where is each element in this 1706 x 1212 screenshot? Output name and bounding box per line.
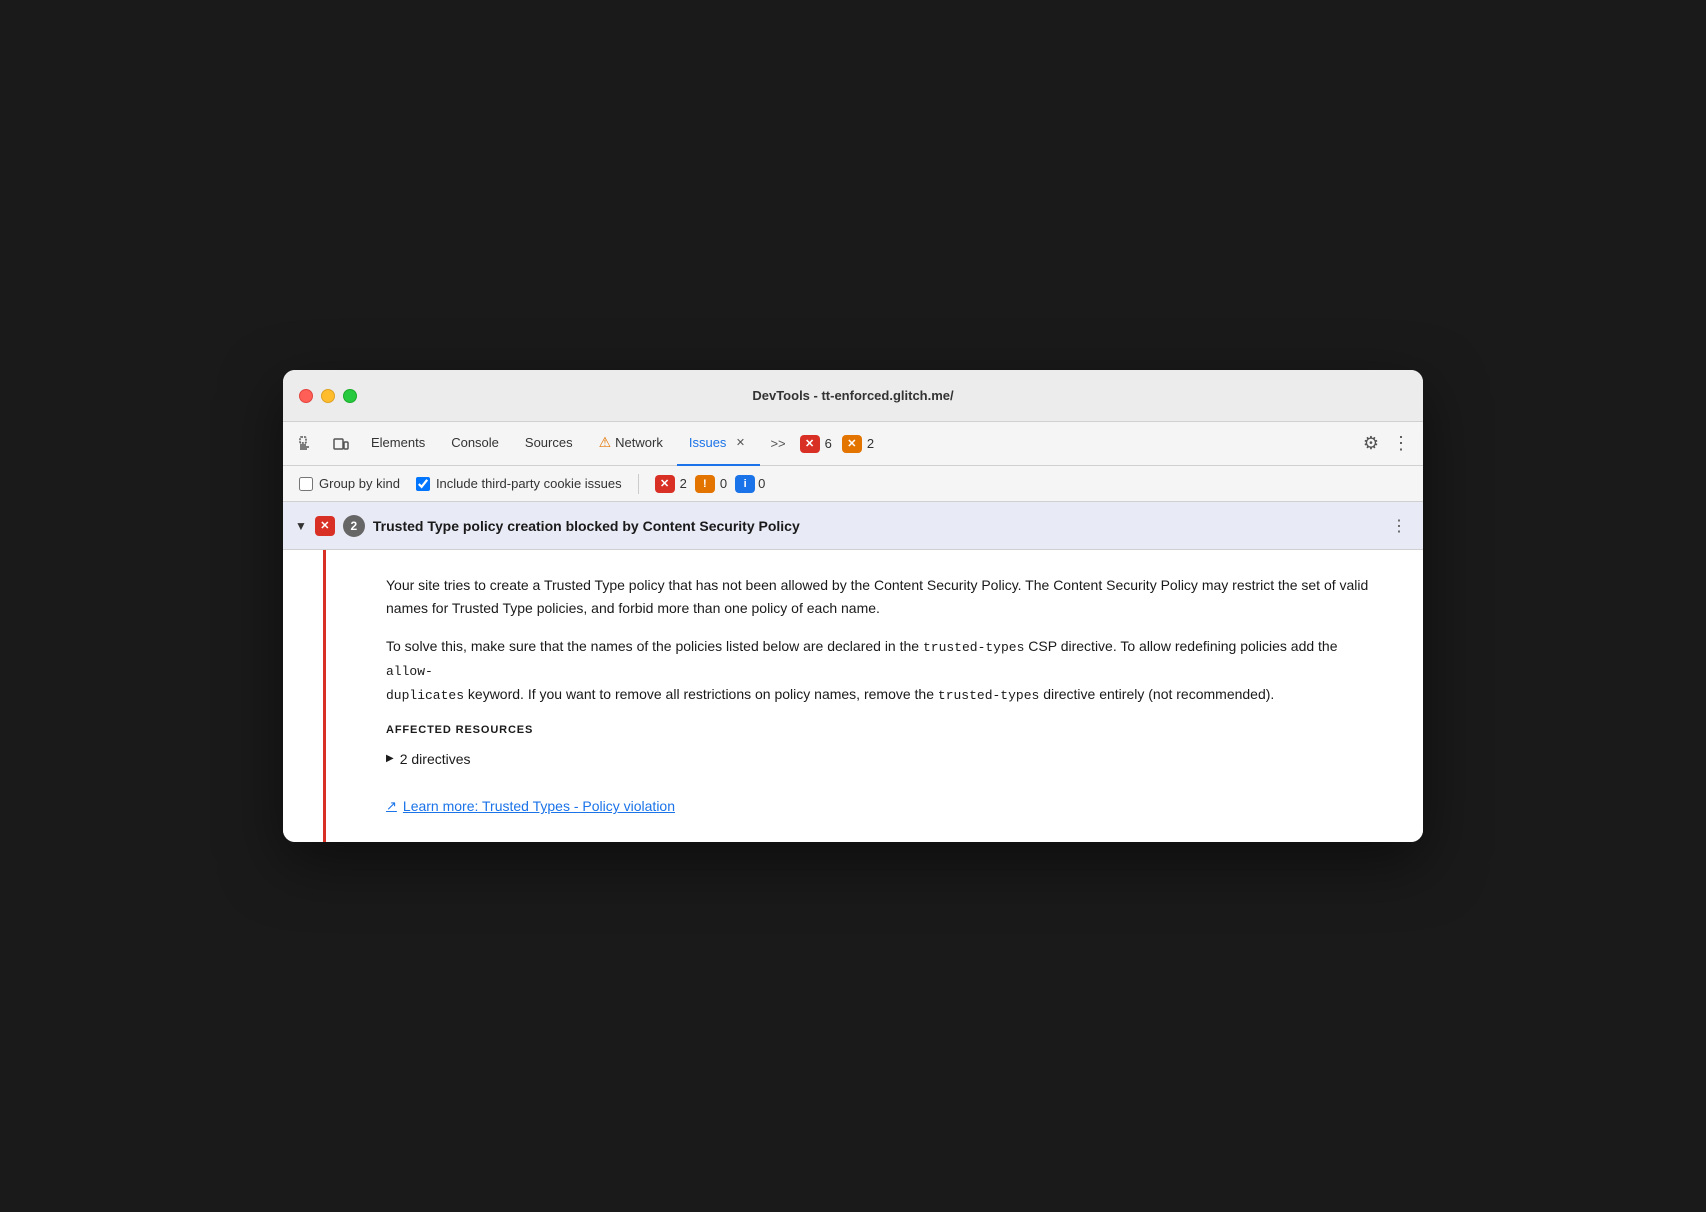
tab-issues[interactable]: Issues ✕	[677, 422, 761, 466]
external-link-icon: ↗	[386, 796, 397, 817]
sub-error-count: 2	[680, 476, 687, 491]
third-party-cookie-input[interactable]	[416, 477, 430, 491]
directives-arrow-icon: ▶	[386, 751, 394, 767]
affected-resources-label: AFFECTED RESOURCES	[386, 722, 1383, 740]
sub-info-count: 0	[758, 476, 765, 491]
main-toolbar: Elements Console Sources ⚠ Network Issue…	[283, 422, 1423, 466]
issue-description-p1-text: Your site tries to create a Trusted Type…	[386, 577, 1368, 615]
directives-item[interactable]: ▶ 2 directives	[386, 748, 1383, 770]
group-by-kind-input[interactable]	[299, 477, 313, 491]
sub-info-icon: i	[735, 475, 755, 493]
maximize-button[interactable]	[343, 389, 357, 403]
device-toggle-icon[interactable]	[325, 428, 357, 460]
tab-network[interactable]: ⚠ Network	[587, 422, 675, 466]
minimize-button[interactable]	[321, 389, 335, 403]
issue-menu-button[interactable]: ⋮	[1387, 514, 1411, 538]
sub-separator	[638, 474, 639, 494]
group-by-kind-label: Group by kind	[319, 476, 400, 491]
more-tabs-button[interactable]: >>	[762, 422, 793, 466]
error-icon-badge: ✕	[800, 435, 820, 453]
tab-console[interactable]: Console	[439, 422, 511, 466]
issue-title: Trusted Type policy creation blocked by …	[373, 518, 1379, 534]
devtools-window: DevTools - tt-enforced.glitch.me/ Elemen…	[283, 370, 1423, 842]
inspector-icon[interactable]	[291, 428, 323, 460]
sub-error-icon: ✕	[655, 475, 675, 493]
learn-more-link[interactable]: ↗ Learn more: Trusted Types - Policy vio…	[386, 795, 675, 817]
settings-button[interactable]: ⚙	[1357, 430, 1385, 458]
warning-count: 2	[867, 436, 874, 451]
tab-elements[interactable]: Elements	[359, 422, 437, 466]
third-party-cookie-checkbox[interactable]: Include third-party cookie issues	[416, 476, 622, 491]
sub-error-badge: ✕ 2	[655, 475, 687, 493]
tab-issues-close[interactable]: ✕	[732, 435, 748, 451]
title-bar: DevTools - tt-enforced.glitch.me/	[283, 370, 1423, 422]
sub-badge-group: ✕ 2 ! 0 i 0	[655, 475, 766, 493]
affected-resources-section: AFFECTED RESOURCES ▶ 2 directives	[386, 722, 1383, 770]
tab-sources-label: Sources	[525, 435, 573, 450]
more-tabs-label: >>	[770, 436, 785, 451]
issue-description-p1: Your site tries to create a Trusted Type…	[386, 574, 1383, 619]
warning-badge-group: ✕ 2	[842, 435, 874, 453]
tab-issues-label: Issues	[689, 435, 727, 450]
tab-network-label: Network	[615, 435, 663, 450]
third-party-cookie-label: Include third-party cookie issues	[436, 476, 622, 491]
learn-more-text: Learn more: Trusted Types - Policy viola…	[403, 795, 675, 817]
tab-sources[interactable]: Sources	[513, 422, 585, 466]
window-controls	[299, 389, 357, 403]
issue-header[interactable]: ▼ ✕ 2 Trusted Type policy creation block…	[283, 502, 1423, 550]
tab-elements-label: Elements	[371, 435, 425, 450]
window-title: DevTools - tt-enforced.glitch.me/	[752, 388, 953, 403]
sub-warning-icon: !	[695, 475, 715, 493]
sub-warning-count: 0	[720, 476, 727, 491]
more-menu-button[interactable]: ⋮	[1387, 430, 1415, 458]
sub-info-badge: i 0	[735, 475, 765, 493]
issue-error-badge: ✕	[315, 516, 335, 536]
directives-label: 2 directives	[400, 748, 471, 770]
issue-description-p2: To solve this, make sure that the names …	[386, 635, 1383, 706]
network-warning-icon: ⚠	[599, 434, 612, 451]
learn-more-section: ↗ Learn more: Trusted Types - Policy vio…	[386, 794, 1383, 818]
error-badge-group: ✕ 6	[800, 435, 832, 453]
sub-toolbar: Group by kind Include third-party cookie…	[283, 466, 1423, 502]
error-count: 6	[825, 436, 832, 451]
tab-console-label: Console	[451, 435, 499, 450]
close-button[interactable]	[299, 389, 313, 403]
issue-count-badge: 2	[343, 515, 365, 537]
warning-icon-badge: ✕	[842, 435, 862, 453]
expand-arrow-icon[interactable]: ▼	[295, 519, 307, 533]
sub-warning-badge: ! 0	[695, 475, 727, 493]
issue-body: Your site tries to create a Trusted Type…	[323, 550, 1423, 842]
main-content[interactable]: ▼ ✕ 2 Trusted Type policy creation block…	[283, 502, 1423, 842]
group-by-kind-checkbox[interactable]: Group by kind	[299, 476, 400, 491]
